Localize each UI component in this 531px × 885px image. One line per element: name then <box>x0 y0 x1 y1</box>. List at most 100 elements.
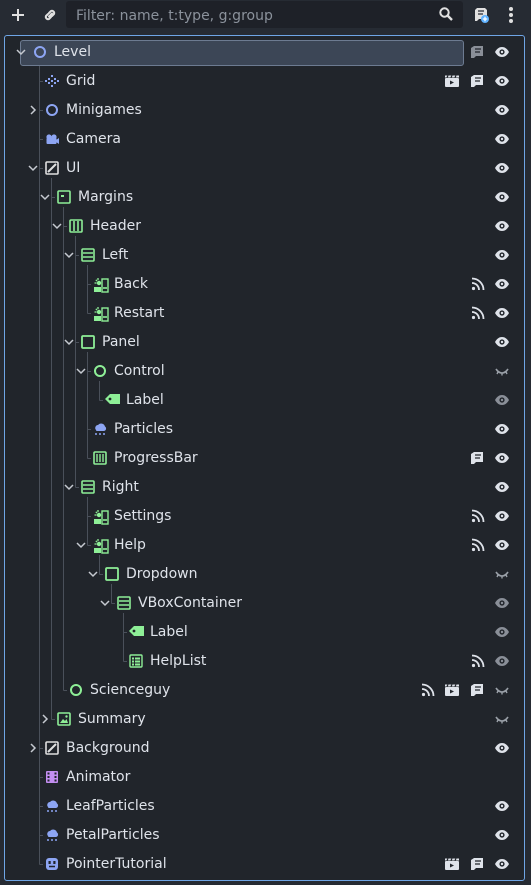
eye-icon[interactable] <box>494 306 510 321</box>
eye-icon[interactable] <box>494 799 510 814</box>
node-label: Minigames <box>66 102 142 118</box>
node-label: Help <box>114 537 146 553</box>
script-icon[interactable] <box>470 451 486 466</box>
eye-icon[interactable] <box>494 480 510 495</box>
tree-row-right[interactable]: Right <box>5 473 524 502</box>
tree-row-header[interactable]: Header <box>5 212 524 241</box>
signal-icon[interactable] <box>471 654 487 669</box>
eye-icon[interactable] <box>494 248 510 263</box>
label-icon <box>129 625 144 639</box>
eye-icon[interactable] <box>494 74 510 89</box>
tree-row-label[interactable]: Label <box>5 618 524 647</box>
tree-row-label[interactable]: Label <box>5 386 524 415</box>
eye-icon[interactable] <box>494 45 510 60</box>
filter-input[interactable] <box>74 1 433 30</box>
tree-row-left[interactable]: Left <box>5 241 524 270</box>
script-icon[interactable] <box>470 857 486 872</box>
tree-row-panel[interactable]: Panel <box>5 328 524 357</box>
chevron-right-icon[interactable] <box>26 741 40 755</box>
tree-row-ui[interactable]: UI <box>5 154 524 183</box>
tree-row-camera[interactable]: Camera <box>5 125 524 154</box>
link-icon[interactable] <box>36 2 64 28</box>
tree-row-level[interactable]: Level <box>5 38 524 67</box>
chevron-down-icon[interactable] <box>50 219 64 233</box>
eye-icon[interactable] <box>494 335 510 350</box>
tree-row-background[interactable]: Background <box>5 734 524 763</box>
eye-icon[interactable] <box>494 422 510 437</box>
tree-row-margins[interactable]: Margins <box>5 183 524 212</box>
node-label: PointerTutorial <box>66 856 167 872</box>
eye-icon[interactable] <box>494 857 510 872</box>
tree-row-grid[interactable]: Grid <box>5 67 524 96</box>
tree-row-back[interactable]: Back <box>5 270 524 299</box>
eye-icon[interactable] <box>494 596 510 611</box>
chevron-down-icon[interactable] <box>62 248 76 262</box>
chevron-right-icon[interactable] <box>38 712 52 726</box>
tree-row-help[interactable]: Help <box>5 531 524 560</box>
eye-closed-icon[interactable] <box>494 712 510 727</box>
eye-icon[interactable] <box>494 741 510 756</box>
signal-icon[interactable] <box>421 683 437 698</box>
chevron-down-icon[interactable] <box>38 190 52 204</box>
eye-icon[interactable] <box>494 132 510 147</box>
eye-icon[interactable] <box>494 538 510 553</box>
eye-icon[interactable] <box>494 625 510 640</box>
add-script-icon[interactable] <box>467 2 495 28</box>
tree-row-minigames[interactable]: Minigames <box>5 96 524 125</box>
open-scene-icon[interactable] <box>444 683 460 698</box>
chevron-down-icon[interactable] <box>74 364 88 378</box>
signal-icon[interactable] <box>471 277 487 292</box>
tree-row-settings[interactable]: Settings <box>5 502 524 531</box>
tree-row-vboxcontainer[interactable]: VBoxContainer <box>5 589 524 618</box>
scene-tree[interactable]: Level Grid Minigames Camera UI Margins Header L… <box>4 35 525 881</box>
tree-row-control[interactable]: Control <box>5 357 524 386</box>
signal-icon[interactable] <box>471 538 487 553</box>
eye-closed-icon[interactable] <box>494 567 510 582</box>
kebab-menu-icon[interactable] <box>498 2 524 28</box>
chevron-down-icon[interactable] <box>98 596 112 610</box>
eye-closed-icon[interactable] <box>494 364 510 379</box>
chevron-down-icon[interactable] <box>86 567 100 581</box>
eye-icon[interactable] <box>494 509 510 524</box>
tree-row-animator[interactable]: Animator <box>5 763 524 792</box>
filter-input-box[interactable] <box>66 1 463 30</box>
chevron-down-icon[interactable] <box>62 480 76 494</box>
eye-icon[interactable] <box>494 393 510 408</box>
chevron-down-icon[interactable] <box>62 335 76 349</box>
tree-row-restart[interactable]: Restart <box>5 299 524 328</box>
search-icon[interactable] <box>438 6 454 26</box>
signal-icon[interactable] <box>471 306 487 321</box>
plus-icon[interactable] <box>4 2 32 28</box>
tree-row-pointertutorial[interactable]: PointerTutorial <box>5 850 524 879</box>
tree-row-leafparticles[interactable]: LeafParticles <box>5 792 524 821</box>
eye-icon[interactable] <box>494 103 510 118</box>
chevron-down-icon[interactable] <box>26 161 40 175</box>
eye-closed-icon[interactable] <box>494 683 510 698</box>
tree-row-petalparticles[interactable]: PetalParticles <box>5 821 524 850</box>
eye-icon[interactable] <box>494 654 510 669</box>
chevron-right-icon[interactable] <box>26 103 40 117</box>
eye-icon[interactable] <box>494 277 510 292</box>
tree-row-particles[interactable]: Particles <box>5 415 524 444</box>
chevron-down-icon[interactable] <box>14 45 28 59</box>
eye-icon[interactable] <box>494 161 510 176</box>
signal-icon[interactable] <box>471 509 487 524</box>
tree-row-scienceguy[interactable]: Scienceguy <box>5 676 524 705</box>
eye-icon[interactable] <box>494 828 510 843</box>
eye-icon[interactable] <box>494 451 510 466</box>
tree-row-dropdown[interactable]: Dropdown <box>5 560 524 589</box>
chevron-down-icon[interactable] <box>74 538 88 552</box>
tree-row-helplist[interactable]: HelpList <box>5 647 524 676</box>
eye-icon[interactable] <box>494 190 510 205</box>
tree-row-progressbar[interactable]: ProgressBar <box>5 444 524 473</box>
script-icon[interactable] <box>470 74 486 89</box>
open-scene-icon[interactable] <box>444 857 460 872</box>
open-scene-icon[interactable] <box>444 74 460 89</box>
eye-icon[interactable] <box>494 219 510 234</box>
node-label: VBoxContainer <box>138 595 243 611</box>
node-label: ProgressBar <box>114 450 198 466</box>
animationplayer-icon <box>45 770 59 784</box>
tree-row-summary[interactable]: Summary <box>5 705 524 734</box>
script-icon[interactable] <box>470 45 486 60</box>
script-icon[interactable] <box>470 683 486 698</box>
